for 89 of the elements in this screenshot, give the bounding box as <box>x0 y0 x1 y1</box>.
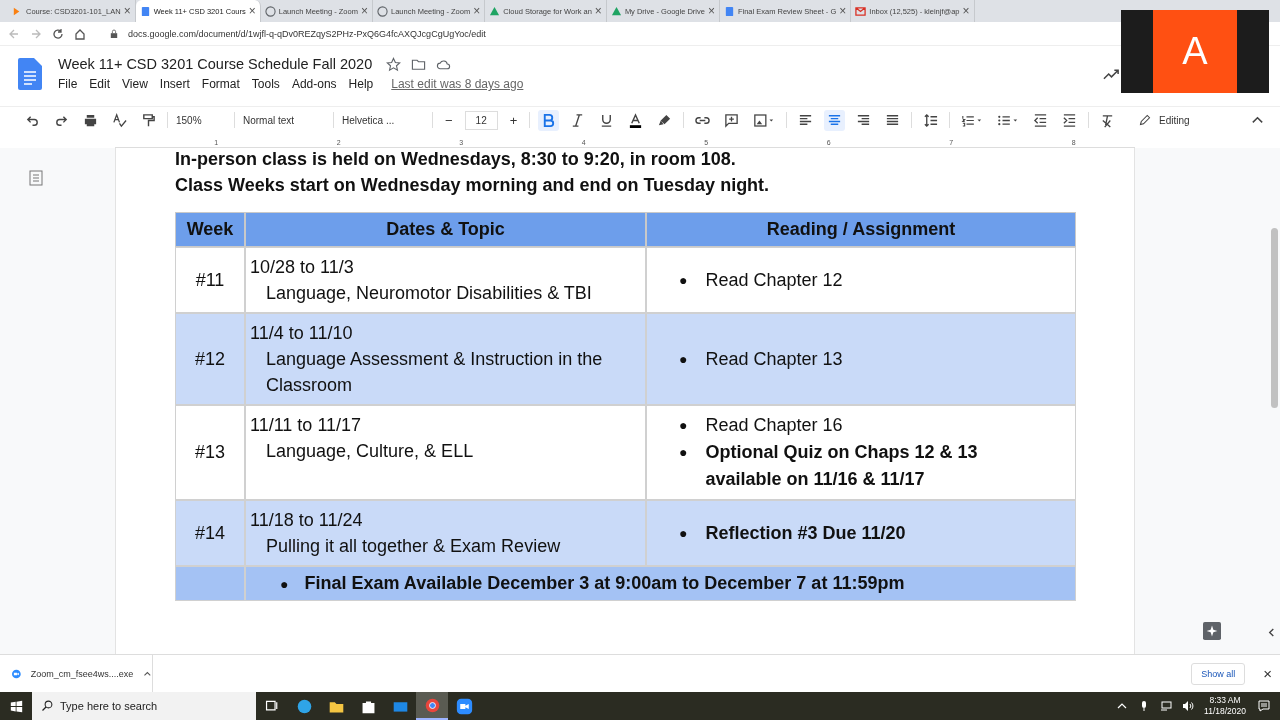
menu-item[interactable]: Insert <box>159 77 190 91</box>
zoom-dropdown[interactable]: 150% <box>176 114 226 126</box>
download-filename: Zoom_cm_fsee4ws....exe <box>30 668 134 679</box>
final-exam-text: Final Exam Available December 3 at 9:00am to December 7 at 11:59pm <box>304 573 905 594</box>
reload-icon[interactable] <box>52 27 64 40</box>
scrollbar[interactable] <box>1271 228 1278 408</box>
topic-text: Language, Neuromotor Disabilities & TBI <box>265 282 593 305</box>
taskbar-search-field[interactable]: Type here to search <box>32 692 256 720</box>
close-button[interactable]: × <box>1263 665 1272 682</box>
assignment-text: Read Chapter 13 <box>705 347 843 371</box>
bold-icon[interactable] <box>538 109 560 131</box>
assignment-text: Read Chapter 12 <box>705 268 843 292</box>
bullet: ● <box>679 416 688 435</box>
volume-icon[interactable] <box>1182 700 1195 712</box>
align-center-icon[interactable] <box>824 109 846 131</box>
tab-close[interactable]: × <box>839 4 847 18</box>
bullet: ● <box>679 443 688 462</box>
menu-item[interactable]: Format <box>201 77 240 91</box>
video-camera-icon <box>12 667 21 680</box>
date-range: 11/11 to 11/17 <box>250 414 363 437</box>
increase-size-button[interactable]: + <box>505 112 522 128</box>
trend-icon[interactable] <box>1103 68 1120 80</box>
triangle-icon <box>489 5 501 17</box>
assignment-text: Reflection #3 Due 11/20 <box>705 521 906 545</box>
notification-icon[interactable] <box>1258 700 1270 712</box>
network-icon[interactable] <box>1160 700 1173 712</box>
style-dropdown[interactable]: Normal text <box>243 114 325 126</box>
participant-initial: A <box>1153 10 1237 93</box>
intro-text: Class Weeks start on Wednesday morning and end on Tuesday night. <box>175 174 771 197</box>
font-size-field[interactable]: 12 <box>464 110 498 130</box>
column-header: Week <box>175 212 245 247</box>
tab-close[interactable]: × <box>594 4 602 18</box>
assignment-text: Optional Quiz on Chaps 12 & 13 available on 11/16 & 11/17 <box>705 441 979 491</box>
last-edit-link[interactable]: Last edit was 8 days ago <box>391 77 524 91</box>
intro-text: In-person class is held on Wednesdays, 8:30 to 9:20, in room 108. <box>175 148 737 171</box>
tab-close[interactable]: × <box>123 4 131 18</box>
home-icon[interactable] <box>74 27 86 40</box>
chevron-icon[interactable] <box>1267 627 1276 638</box>
circle-icon <box>423 696 441 714</box>
tab-close[interactable]: × <box>962 4 970 18</box>
bullet: ● <box>679 349 688 369</box>
clock-date: 11/18/2020 <box>1204 706 1246 717</box>
decrease-size-button[interactable]: − <box>441 112 457 128</box>
video-camera-icon <box>455 697 473 715</box>
pencil-icon <box>1139 114 1151 126</box>
circle-icon <box>295 697 313 715</box>
column-header: Dates & Topic <box>245 212 646 247</box>
bullet: ● <box>679 270 688 290</box>
menu-item[interactable]: Tools <box>251 77 280 91</box>
topic-text: Pulling it all together & Exam Review <box>265 535 562 558</box>
explore-icon[interactable] <box>1203 622 1221 640</box>
week-cell: #13 <box>175 405 245 500</box>
font-dropdown[interactable]: Helvetica ... <box>342 114 424 126</box>
column-header: Reading / Assignment <box>646 212 1076 247</box>
menu-item[interactable]: Add-ons <box>291 77 337 91</box>
globe-icon <box>376 5 388 17</box>
tab-close[interactable]: × <box>473 4 481 18</box>
address-field[interactable]: docs.google.com/document/d/1wjfl-q-qDv0REZqyS2PHz-PxQ6G4fcAXQJcgCgUgYoc/edit <box>128 28 486 39</box>
lock-icon <box>110 28 118 39</box>
assignment-text: Read Chapter 16 <box>705 414 843 437</box>
search-icon <box>41 700 53 712</box>
bullet: ● <box>679 523 688 543</box>
tab-close[interactable]: × <box>707 4 715 18</box>
triangle-icon <box>610 5 622 17</box>
document-icon <box>18 58 42 90</box>
topic-text: Language, Culture, & ELL <box>265 440 475 463</box>
mail-icon <box>855 5 867 17</box>
topic-text: Language Assessment & Instruction in the Classroom <box>265 348 604 397</box>
tab-close[interactable]: × <box>248 4 256 18</box>
date-range: 10/28 to 11/3 <box>250 256 355 279</box>
star-icon[interactable] <box>386 56 402 72</box>
menu-item[interactable]: File <box>58 77 78 91</box>
show-all-button[interactable]: Show all <box>1191 662 1246 685</box>
clock-time: 8:33 AM <box>1209 695 1241 706</box>
week-cell: #12 <box>175 313 245 405</box>
date-range: 11/18 to 11/24 <box>250 509 364 532</box>
document-title[interactable]: Week 11+ CSD 3201 Course Schedule Fall 2020 <box>58 56 373 72</box>
menu-item[interactable]: View <box>122 77 148 91</box>
globe-icon <box>264 5 276 17</box>
document-icon <box>139 5 151 17</box>
editing-mode-dropdown[interactable]: Editing <box>1139 114 1239 126</box>
week-cell: #14 <box>175 500 245 566</box>
date-range: 11/4 to 11/10 <box>250 322 354 345</box>
menu-item[interactable]: Help <box>348 77 374 91</box>
bullet: ● <box>280 575 289 592</box>
week-cell: #11 <box>175 247 245 313</box>
menu-item[interactable]: Edit <box>89 77 111 91</box>
document-icon <box>723 5 735 17</box>
tab-close[interactable]: × <box>360 4 368 18</box>
